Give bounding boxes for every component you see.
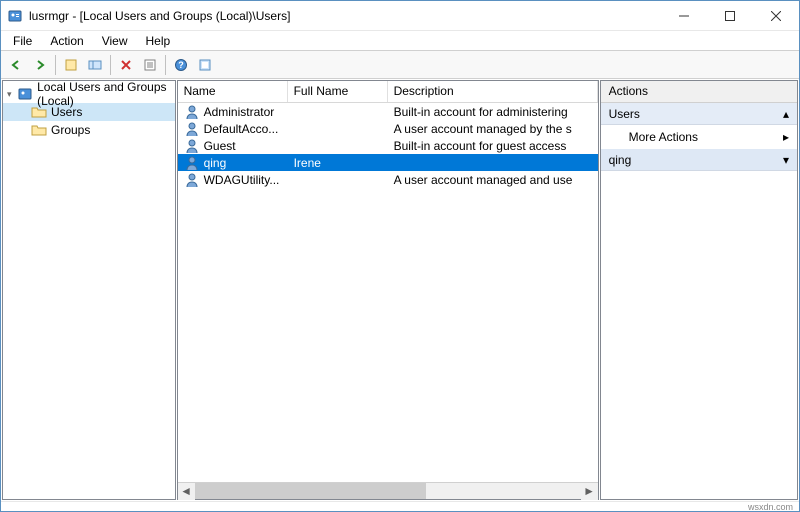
cell-description: A user account managed by the s — [388, 122, 598, 136]
window-title: lusrmgr - [Local Users and Groups (Local… — [29, 9, 661, 23]
col-fullname[interactable]: Full Name — [288, 81, 388, 102]
more-actions-users[interactable]: More Actions ▸ — [601, 125, 797, 149]
list-body[interactable]: Administrator Built-in account for admini… — [178, 103, 598, 482]
svg-text:?: ? — [178, 60, 184, 70]
cell-name: WDAGUtility... — [178, 172, 288, 188]
menu-action[interactable]: Action — [42, 32, 91, 50]
folder-open-icon — [31, 104, 47, 120]
delete-button[interactable] — [115, 54, 137, 76]
scroll-left-button[interactable]: ◄ — [178, 483, 195, 500]
toolbar: ? — [1, 51, 799, 79]
actions-section-users[interactable]: Users ▴ — [601, 103, 797, 125]
console-tree[interactable]: ▾ Local Users and Groups (Local) Users G… — [2, 80, 176, 500]
cell-name: Administrator — [178, 104, 288, 120]
toolbar-sep — [110, 55, 111, 75]
scroll-thumb[interactable] — [195, 483, 427, 499]
collapse-icon[interactable]: ▾ — [7, 89, 15, 100]
user-icon — [184, 138, 200, 154]
tree-root-label: Local Users and Groups (Local) — [37, 80, 174, 108]
app-icon — [7, 8, 23, 24]
menu-file[interactable]: File — [5, 32, 40, 50]
actions-header: Actions — [601, 81, 797, 103]
user-icon — [184, 121, 200, 137]
table-row[interactable]: qingIrene — [178, 154, 598, 171]
lusrmgr-icon — [17, 86, 33, 102]
scroll-right-button[interactable]: ► — [581, 483, 598, 500]
properties-button[interactable] — [139, 54, 161, 76]
collapse-icon: ▴ — [783, 107, 789, 121]
tree-root[interactable]: ▾ Local Users and Groups (Local) — [3, 85, 175, 103]
toolbar-sep — [55, 55, 56, 75]
window-controls — [661, 1, 799, 30]
watermark: wsxdn.com — [748, 502, 793, 512]
cell-name: Guest — [178, 138, 288, 154]
titlebar: lusrmgr - [Local Users and Groups (Local… — [1, 1, 799, 31]
cell-name: qing — [178, 155, 288, 171]
footer: wsxdn.com — [1, 501, 799, 511]
back-button[interactable] — [5, 54, 27, 76]
collapse-icon: ▾ — [783, 153, 789, 167]
actions-pane: Actions Users ▴ More Actions ▸ qing ▾ — [600, 80, 798, 500]
actions-section-selected[interactable]: qing ▾ — [601, 149, 797, 171]
col-description[interactable]: Description — [388, 81, 598, 102]
content-area: ▾ Local Users and Groups (Local) Users G… — [1, 79, 799, 501]
cell-fullname: Irene — [288, 156, 388, 170]
actions-section-users-label: Users — [609, 107, 640, 121]
user-icon — [184, 104, 200, 120]
col-name[interactable]: Name — [178, 81, 288, 102]
maximize-button[interactable] — [707, 1, 753, 30]
menubar: File Action View Help — [1, 31, 799, 51]
cell-name: DefaultAcco... — [178, 121, 288, 137]
minimize-button[interactable] — [661, 1, 707, 30]
menu-view[interactable]: View — [94, 32, 136, 50]
table-row[interactable]: DefaultAcco... A user account managed by … — [178, 120, 598, 137]
more-actions-label: More Actions — [629, 130, 698, 144]
cell-description: A user account managed and use — [388, 173, 598, 187]
tree-groups[interactable]: Groups — [3, 121, 175, 139]
forward-button[interactable] — [29, 54, 51, 76]
table-row[interactable]: WDAGUtility... A user account managed and… — [178, 171, 598, 188]
scroll-track[interactable] — [195, 483, 581, 499]
tree-users-label: Users — [51, 105, 82, 119]
close-button[interactable] — [753, 1, 799, 30]
cell-description: Built-in account for administering — [388, 105, 598, 119]
folder-icon — [31, 122, 47, 138]
tree-groups-label: Groups — [51, 123, 90, 137]
user-icon — [184, 172, 200, 188]
console-tree-button[interactable] — [84, 54, 106, 76]
user-list: Name Full Name Description Administrator… — [177, 80, 599, 500]
table-row[interactable]: Administrator Built-in account for admini… — [178, 103, 598, 120]
menu-help[interactable]: Help — [138, 32, 179, 50]
table-row[interactable]: Guest Built-in account for guest access — [178, 137, 598, 154]
toolbar-sep — [165, 55, 166, 75]
refresh-button[interactable] — [194, 54, 216, 76]
submenu-icon: ▸ — [783, 130, 789, 144]
help-button[interactable]: ? — [170, 54, 192, 76]
list-header: Name Full Name Description — [178, 81, 598, 103]
user-icon — [184, 155, 200, 171]
actions-section-selected-label: qing — [609, 153, 632, 167]
new-user-button[interactable] — [60, 54, 82, 76]
horizontal-scrollbar[interactable]: ◄ ► — [178, 482, 598, 499]
cell-description: Built-in account for guest access — [388, 139, 598, 153]
